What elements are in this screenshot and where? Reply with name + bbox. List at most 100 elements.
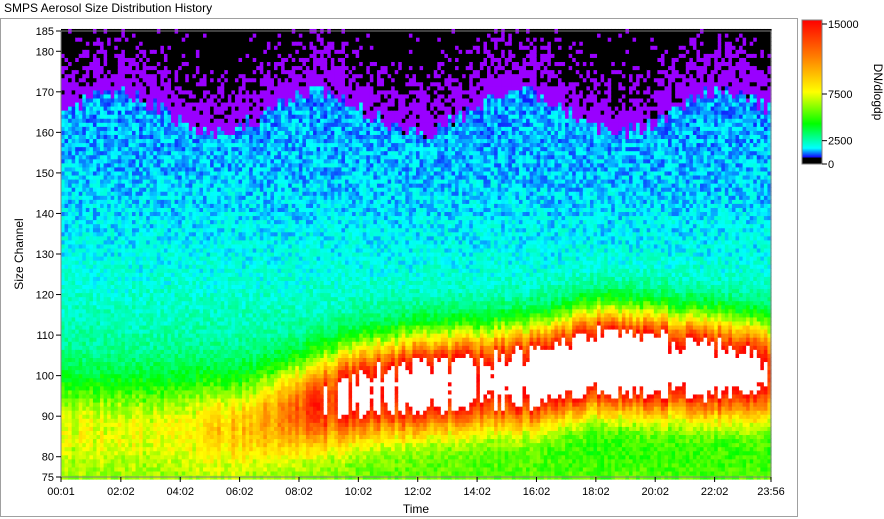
- heatmap-cell: [203, 304, 208, 310]
- heatmap-cell: [217, 57, 222, 62]
- heatmap-cell: [203, 442, 208, 448]
- heatmap-cell: [71, 373, 76, 379]
- heatmap-cell: [213, 223, 218, 229]
- heatmap-cell: [206, 247, 211, 253]
- heatmap-cell: [117, 406, 122, 411]
- heatmap-cell: [114, 414, 119, 419]
- heatmap-cell: [78, 410, 83, 415]
- heatmap-cell: [181, 268, 186, 273]
- heatmap-cell: [192, 166, 197, 172]
- heatmap-cell: [163, 191, 169, 196]
- heatmap-cell: [103, 110, 108, 115]
- heatmap-cell: [206, 73, 211, 79]
- heatmap-cell: [206, 170, 211, 176]
- heatmap-cell: [174, 211, 179, 217]
- heatmap-cell: [195, 187, 201, 192]
- heatmap-cell: [146, 434, 151, 440]
- heatmap-cell: [82, 53, 87, 58]
- heatmap-cell: [92, 134, 98, 140]
- heatmap-cell: [149, 134, 154, 140]
- heatmap-cell: [206, 329, 211, 334]
- heatmap-cell: [160, 426, 165, 431]
- heatmap-cell: [64, 296, 69, 302]
- heatmap-cell: [132, 422, 137, 427]
- heatmap-cell: [167, 203, 172, 208]
- heatmap-cell: [61, 470, 66, 476]
- heatmap-cell: [89, 49, 94, 54]
- heatmap-cell: [103, 97, 108, 103]
- heatmap-cell: [82, 288, 87, 294]
- heatmap-cell: [206, 369, 211, 375]
- heatmap-cell: [153, 93, 158, 99]
- heatmap-cell: [174, 191, 179, 196]
- heatmap-cell: [82, 219, 87, 225]
- heatmap-cell: [103, 122, 108, 127]
- heatmap-cell: [213, 247, 218, 253]
- heatmap-cell: [85, 122, 90, 127]
- heatmap-cell: [100, 126, 105, 131]
- heatmap-cell: [100, 406, 105, 411]
- heatmap-cell: [188, 37, 193, 42]
- heatmap-cell: [103, 65, 108, 71]
- heatmap-cell: [174, 256, 179, 261]
- heatmap-cell: [156, 442, 161, 448]
- heatmap-cell: [89, 231, 94, 237]
- heatmap-cell: [107, 158, 112, 164]
- heatmap-cell: [64, 81, 69, 87]
- heatmap-cell: [188, 410, 193, 415]
- heatmap-cell: [199, 462, 204, 468]
- heatmap-cell: [160, 178, 165, 184]
- heatmap-cell: [213, 207, 218, 213]
- heatmap-cell: [110, 430, 115, 436]
- heatmap-cell: [188, 77, 193, 83]
- heatmap-cell: [71, 183, 76, 188]
- heatmap-cell: [110, 288, 115, 294]
- heatmap-cell: [110, 85, 115, 91]
- heatmap-cell: [146, 414, 151, 419]
- heatmap-cell: [135, 170, 140, 176]
- heatmap-cell: [64, 41, 69, 46]
- heatmap-cell: [78, 61, 83, 67]
- heatmap-cell: [146, 37, 151, 42]
- heatmap-cell: [181, 223, 186, 229]
- heatmap-cell: [103, 256, 108, 261]
- heatmap-cell: [206, 304, 211, 310]
- heatmap-cell: [163, 438, 169, 444]
- heatmap-cell: [142, 150, 147, 156]
- heatmap-cell: [217, 256, 222, 261]
- heatmap-cell: [68, 470, 73, 476]
- heatmap-cell: [82, 110, 87, 115]
- heatmap-cell: [135, 158, 140, 164]
- heatmap-cell: [185, 191, 190, 196]
- heatmap-cell: [110, 41, 115, 46]
- heatmap-cell: [107, 142, 112, 148]
- heatmap-cell: [110, 260, 115, 265]
- heatmap-cell: [206, 239, 211, 245]
- heatmap-cell: [178, 414, 183, 419]
- heatmap-cell: [92, 324, 98, 330]
- heatmap-cell: [217, 272, 222, 277]
- heatmap-cell: [103, 41, 108, 46]
- heatmap-cell: [75, 122, 80, 127]
- heatmap-cell: [174, 345, 179, 350]
- heatmap-cell: [167, 199, 172, 204]
- heatmap-cell: [64, 316, 69, 322]
- heatmap-cell: [142, 381, 147, 387]
- heatmap-cell: [213, 446, 218, 452]
- heatmap-cell: [114, 442, 119, 448]
- heatmap-cell: [153, 81, 158, 87]
- heatmap-cell: [96, 223, 101, 229]
- heatmap-cell: [132, 280, 137, 285]
- heatmap-cell: [96, 292, 101, 298]
- heatmap-cell: [135, 410, 140, 415]
- heatmap-cell: [89, 422, 94, 427]
- heatmap-cell: [92, 195, 98, 200]
- heatmap-cell: [71, 93, 76, 99]
- heatmap-cell: [203, 126, 208, 131]
- heatmap-cell: [96, 369, 101, 375]
- heatmap-cell: [110, 45, 115, 50]
- heatmap-cell: [124, 69, 130, 75]
- heatmap-cell: [128, 300, 133, 306]
- heatmap-cell: [206, 462, 211, 468]
- heatmap-cell: [206, 227, 211, 233]
